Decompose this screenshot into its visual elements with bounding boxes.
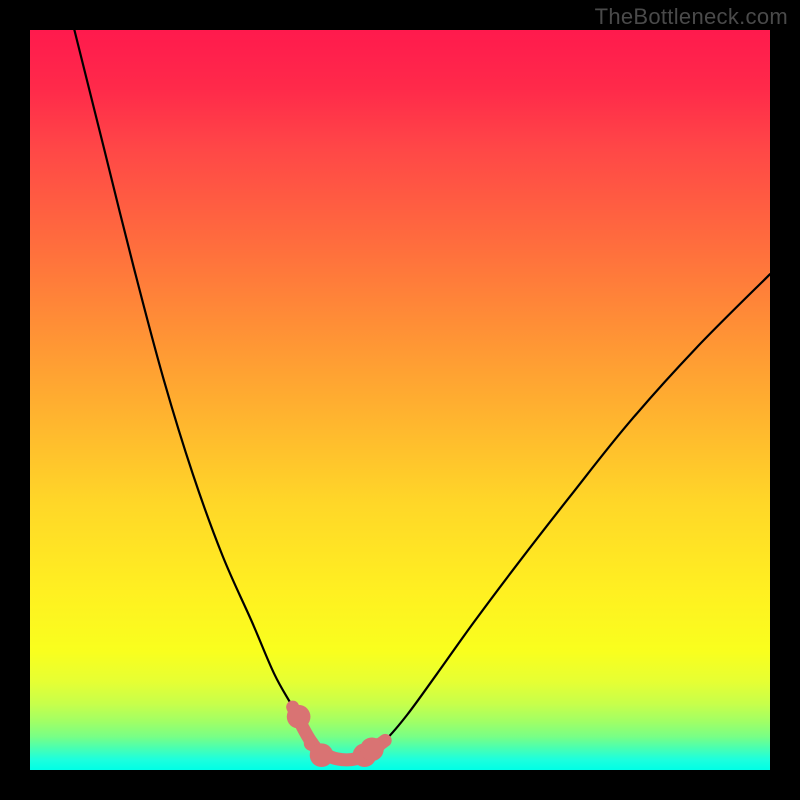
marker-cap-right-top [360, 737, 384, 761]
marker-cap-left-bot [310, 743, 334, 767]
curve-right-path [370, 274, 770, 751]
chart-svg [30, 30, 770, 770]
marker-cap-left-top [287, 705, 311, 729]
watermark-label: TheBottleneck.com [595, 4, 788, 30]
chart-plot-area [30, 30, 770, 770]
curve-left-path [74, 30, 318, 752]
